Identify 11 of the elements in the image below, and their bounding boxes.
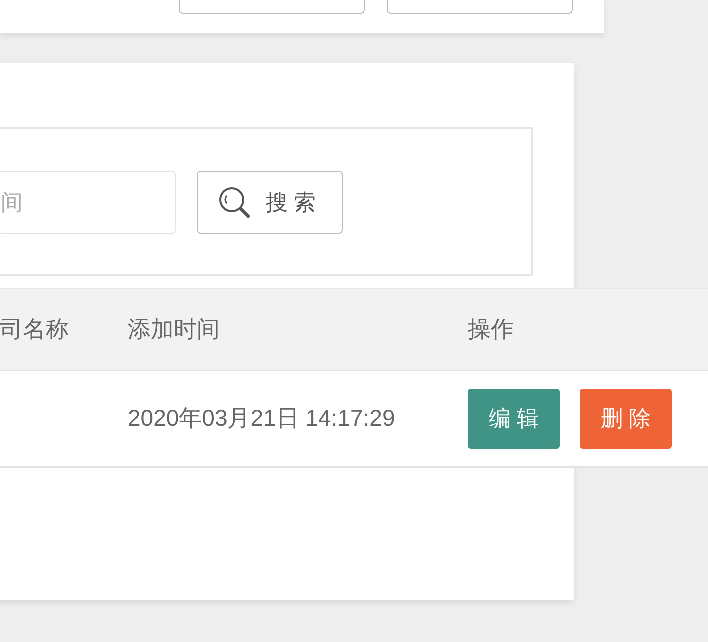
column-header: 操作 <box>468 315 514 344</box>
column-header: 添加时间 <box>128 315 220 344</box>
search-icon <box>219 186 251 218</box>
search-field[interactable]: 间 <box>0 171 176 234</box>
edit-button[interactable]: 编 辑 <box>468 388 560 448</box>
column-header: 司名称 <box>0 315 69 344</box>
search-button[interactable]: 搜 索 <box>197 171 343 234</box>
outline-button[interactable] <box>179 0 365 14</box>
outline-button[interactable] <box>387 0 573 14</box>
table-cell-text: 2020年03月21日 14:17:29 <box>128 404 396 433</box>
delete-button[interactable]: 删 除 <box>580 388 672 448</box>
